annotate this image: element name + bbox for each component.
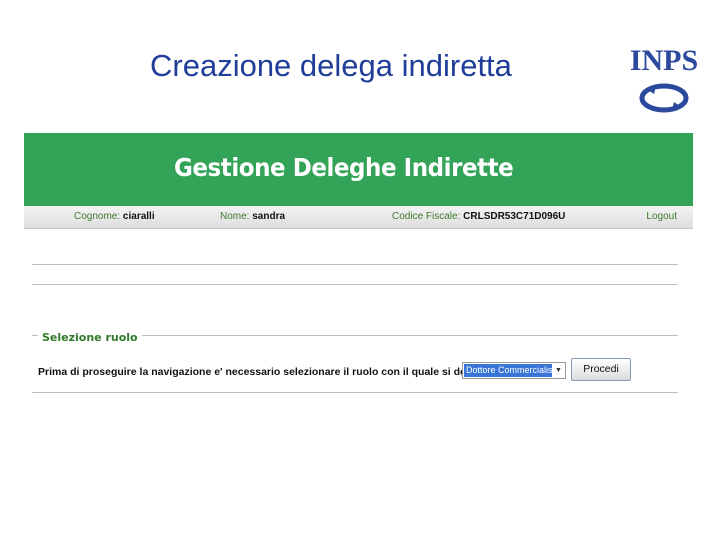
nome-value: sandra	[252, 211, 286, 222]
proceed-button[interactable]: Procedi	[571, 358, 631, 381]
app-header: Gestione Deleghe Indirette	[24, 133, 693, 206]
role-select[interactable]: Dottore Commercialista ▼	[462, 362, 566, 379]
user-info-bar: Cognome: ciaralli Nome: sandra Codice Fi…	[24, 206, 693, 229]
role-section-legend: Selezione ruolo	[38, 331, 142, 344]
codice-fiscale-label: Codice Fiscale:	[392, 211, 461, 222]
nome-label: Nome:	[220, 211, 250, 222]
app-window: Gestione Deleghe Indirette Cognome: ciar…	[24, 133, 693, 433]
cognome-value: ciaralli	[122, 211, 155, 222]
cognome-field: Cognome: ciaralli	[74, 211, 155, 222]
fieldset-border-bottom	[32, 392, 678, 393]
slide-title: Creazione delega indiretta	[150, 48, 512, 83]
role-select-value: Dottore Commercialista	[464, 364, 552, 377]
codice-fiscale-field: Codice Fiscale: CRLSDR53C71D096U	[392, 211, 565, 222]
divider	[32, 284, 678, 285]
chevron-down-icon[interactable]: ▼	[553, 364, 564, 377]
codice-fiscale-value: CRLSDR53C71D096U	[463, 211, 566, 222]
app-title: Gestione Deleghe Indirette	[174, 153, 514, 182]
inps-logo: INPS	[630, 30, 698, 113]
cognome-label: Cognome:	[74, 211, 121, 222]
divider	[32, 264, 678, 265]
logout-link[interactable]: Logout	[646, 211, 677, 222]
svg-text:INPS: INPS	[630, 44, 698, 77]
nome-field: Nome: sandra	[220, 211, 285, 222]
